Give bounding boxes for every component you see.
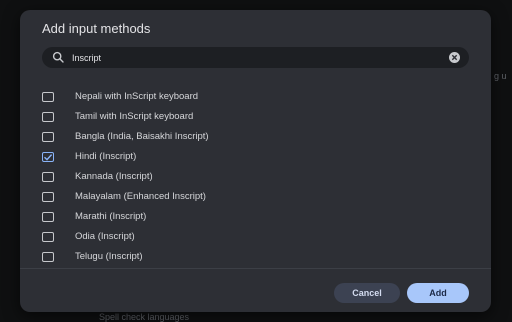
- list-item[interactable]: Kannada (Inscript): [42, 168, 469, 186]
- clear-search-icon[interactable]: [449, 52, 460, 63]
- checkbox[interactable]: [42, 232, 54, 242]
- item-label: Hindi (Inscript): [75, 151, 137, 162]
- list-item[interactable]: Telugu (Inscript): [42, 248, 469, 266]
- search-icon: [52, 51, 65, 64]
- cancel-button[interactable]: Cancel: [334, 283, 400, 303]
- checkbox[interactable]: [42, 192, 54, 202]
- list-item[interactable]: Malayalam (Enhanced Inscript): [42, 188, 469, 206]
- checkbox[interactable]: [42, 92, 54, 102]
- item-label: Kannada (Inscript): [75, 171, 153, 182]
- checkbox[interactable]: [42, 132, 54, 142]
- checkbox[interactable]: [42, 212, 54, 222]
- checkbox-checked[interactable]: [42, 152, 54, 162]
- item-label: Malayalam (Enhanced Inscript): [75, 191, 206, 202]
- list-item[interactable]: Bangla (India, Baisakhi Inscript): [42, 128, 469, 146]
- list-item[interactable]: Marathi (Inscript): [42, 208, 469, 226]
- item-label: Marathi (Inscript): [75, 211, 147, 222]
- item-label: Nepali with InScript keyboard: [75, 91, 199, 102]
- checkbox[interactable]: [42, 252, 54, 262]
- checkbox[interactable]: [42, 172, 54, 182]
- dialog-title: Add input methods: [42, 21, 151, 36]
- add-input-methods-dialog: Add input methods Nepali with InScript k…: [20, 10, 491, 312]
- add-button[interactable]: Add: [407, 283, 469, 303]
- footer-divider: [20, 268, 491, 269]
- list-item[interactable]: Odia (Inscript): [42, 228, 469, 246]
- checkbox[interactable]: [42, 112, 54, 122]
- item-label: Bangla (India, Baisakhi Inscript): [75, 131, 209, 142]
- background-settings-fragment: g u: [494, 71, 507, 81]
- item-label: Tamil with InScript keyboard: [75, 111, 194, 122]
- list-item[interactable]: Nepali with InScript keyboard: [42, 88, 469, 106]
- list-item[interactable]: Hindi (Inscript): [42, 148, 469, 166]
- background-spellcheck-fragment: Spell check languages: [99, 312, 190, 322]
- search-box: [42, 47, 469, 68]
- item-label: Telugu (Inscript): [75, 251, 143, 262]
- item-label: Odia (Inscript): [75, 231, 135, 242]
- checkmark-icon: [44, 154, 53, 161]
- search-input[interactable]: [72, 50, 432, 65]
- list-item[interactable]: Tamil with InScript keyboard: [42, 108, 469, 126]
